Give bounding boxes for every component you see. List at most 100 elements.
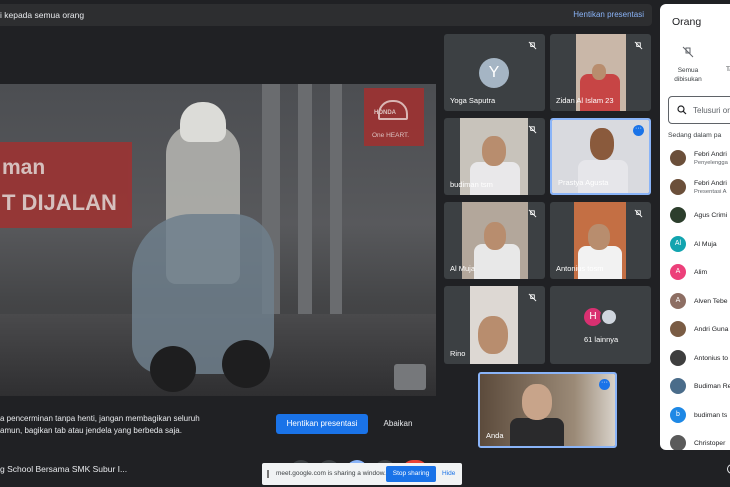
avatar: b [670, 406, 686, 423]
participant-tile-active[interactable]: ··· Prastya Agusta [550, 118, 651, 195]
person-name: Andri Guna [694, 326, 729, 333]
avatar [670, 178, 686, 195]
shirt [578, 160, 628, 193]
pillar [298, 84, 312, 314]
scooter-wheel [150, 346, 196, 392]
sharing-status-text: meet.google.com is sharing a window. [276, 470, 386, 477]
participant-tile[interactable]: Antonius tosm [550, 202, 651, 279]
self-view-tile[interactable]: ··· Anda [478, 372, 617, 448]
mute-all-label[interactable]: Semua dibisukan [672, 66, 704, 84]
meeting-title: g School Bersama SMK Subur I... [0, 464, 128, 474]
panel-title: Orang [672, 16, 702, 28]
banner-line-2: T DIJALAN [2, 190, 117, 215]
stop-presenting-button[interactable]: Hentikan presentasi [276, 414, 368, 434]
people-list-item[interactable]: A Alven Tebe [668, 289, 730, 315]
search-placeholder: Telusuri ora [693, 106, 730, 115]
person-role: Penyelengga [694, 160, 728, 166]
person-name: Antonius to [694, 354, 729, 362]
hide-button[interactable]: Hide [442, 470, 455, 477]
stop-sharing-button[interactable]: Stop sharing [386, 466, 436, 482]
face [484, 222, 506, 250]
face [478, 316, 508, 354]
banner-line-1: man [2, 156, 46, 179]
people-list-item[interactable]: Christoper [668, 431, 730, 450]
avatar: Al [670, 235, 686, 252]
scooter-wheel [222, 340, 270, 388]
avatar: A [670, 292, 686, 309]
presenting-notice-text: i kepada semua orang [0, 10, 85, 20]
face [522, 384, 552, 420]
people-list-item[interactable]: Agus Crimi [668, 203, 730, 229]
face [588, 224, 610, 250]
mic-off-icon [528, 293, 537, 302]
shirt [510, 418, 564, 446]
search-people-field[interactable]: Telusuri ora [668, 96, 730, 124]
avatar [670, 207, 686, 223]
person-name: Christoper [694, 440, 726, 447]
person-name: budiman ts [694, 411, 728, 419]
video-feed [470, 286, 518, 364]
panel-tab-2[interactable]: Ta [726, 66, 730, 73]
mic-off-icon [528, 209, 537, 218]
avatar: A [670, 264, 686, 280]
meet-window: { "topbar": { "message": "i kepada semua… [0, 0, 730, 487]
participant-tile[interactable]: Y Yoga Saputra [444, 34, 545, 111]
people-list-item[interactable]: Al Al Muja [668, 232, 730, 258]
participant-name: Rino [450, 349, 466, 358]
participant-tile[interactable]: Rino [444, 286, 545, 364]
ignore-button[interactable]: Abaikan [378, 414, 418, 434]
honda-brand-text: HONDA [374, 110, 396, 116]
participant-name: Antonius tosm [556, 264, 604, 273]
more-options-icon[interactable]: ··· [599, 379, 610, 390]
person-role: Presentasi A [694, 188, 727, 195]
mic-off-icon [528, 125, 537, 134]
avatar [670, 321, 686, 337]
participant-name: budiman tsm [450, 180, 493, 189]
people-list-item[interactable]: Andri Guna [668, 317, 730, 343]
stop-presenting-link[interactable]: Hentikan presentasi [573, 10, 644, 19]
drag-handle-icon[interactable] [267, 470, 269, 478]
people-list-item[interactable]: b budiman ts [668, 403, 730, 429]
more-participants-label: 61 lainnya [584, 335, 619, 344]
face [590, 128, 614, 160]
mirror-warning-text: a pencerminan tanpa henti, jangan membag… [0, 414, 200, 435]
participant-tile[interactable]: Al Muja [444, 202, 545, 279]
participant-name: Anda [486, 431, 504, 440]
avatar [670, 435, 686, 450]
people-list-item[interactable]: Budiman Re [668, 374, 730, 400]
presenting-notice-bar: i kepada semua orang Hentikan presentasi [0, 4, 652, 26]
people-list-item[interactable]: Febri Andri Penyelengga [668, 146, 730, 172]
face [592, 64, 606, 80]
rider-helmet [180, 102, 226, 142]
mic-off-icon[interactable] [682, 46, 694, 58]
avatar [670, 378, 686, 394]
person-name: Agus Crimi [694, 212, 728, 219]
participant-tile[interactable]: budiman tsm [444, 118, 545, 195]
red-banner: man T DIJALAN [0, 142, 132, 228]
avatar: Y [479, 58, 509, 88]
more-participants-tile[interactable]: H 61 lainnya [550, 286, 651, 364]
more-options-icon[interactable]: ··· [633, 125, 644, 136]
search-icon [677, 105, 687, 115]
person-name: Alven Tebe [694, 297, 728, 305]
participant-tile[interactable]: Zidan Al Islam 23 [550, 34, 651, 111]
people-list-item[interactable]: A Alim [668, 260, 730, 286]
person-name: Febri Andri [694, 151, 727, 158]
honda-slogan-text: One HEART. [372, 132, 410, 139]
participant-name: Yoga Saputra [450, 96, 496, 105]
shirt [470, 162, 520, 195]
avatar [670, 150, 686, 166]
participant-name: Al Muja [450, 264, 476, 273]
participant-name: Prastya Agusta [558, 178, 609, 187]
shirt [578, 246, 622, 279]
people-list-item[interactable]: Antonius to [668, 346, 730, 372]
person-name: Febri Andri [694, 179, 727, 187]
face [482, 136, 506, 166]
mic-off-icon [634, 41, 643, 50]
mic-off-icon [528, 41, 537, 50]
person-name: Al Muja [694, 240, 717, 248]
in-call-section-label: Sedang dalam pa [668, 132, 722, 139]
people-panel: Orang Semua dibisukan Ta Telusuri ora Se… [660, 4, 730, 450]
people-list-item[interactable]: Febri Andri Presentasi A [668, 175, 730, 201]
avatar [600, 308, 618, 326]
